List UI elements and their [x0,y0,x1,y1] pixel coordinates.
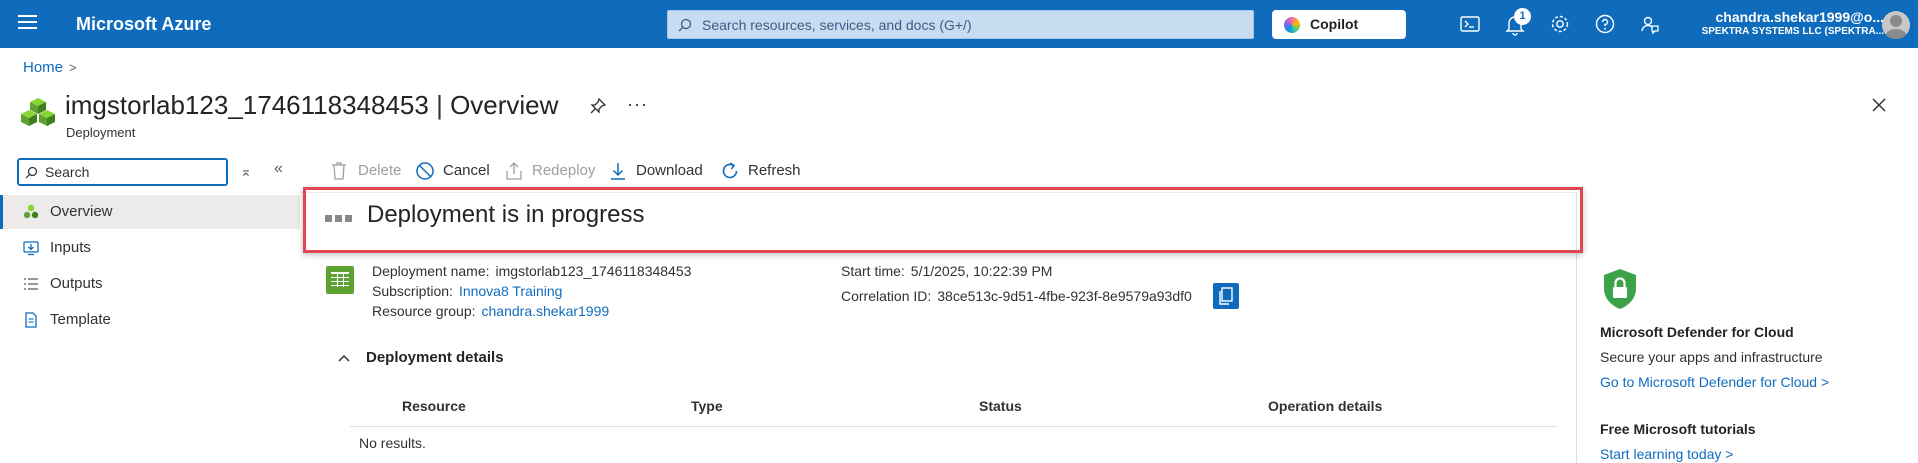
column-header-resource[interactable]: Resource [402,398,466,414]
notification-badge: 1 [1514,8,1531,25]
outputs-icon [24,278,38,290]
breadcrumb: Home > [23,59,77,76]
close-icon[interactable] [1870,96,1888,114]
top-bar: Microsoft Azure Search resources, servic… [0,0,1918,48]
resource-group-link[interactable]: chandra.shekar1999 [482,303,610,319]
resource-group-label: Resource group: [372,303,476,319]
account-menu[interactable]: chandra.shekar1999@o... SPEKTRA SYSTEMS … [1694,9,1884,37]
page-subtitle: Deployment [66,125,136,140]
subscription-link[interactable]: Innova8 Training [459,283,563,299]
search-placeholder: Search resources, services, and docs (G+… [702,17,972,33]
column-header-status[interactable]: Status [979,398,1022,414]
redeploy-label: Redeploy [532,162,596,179]
column-header-operation-details[interactable]: Operation details [1268,398,1382,414]
search-icon [678,18,692,32]
nav-item-label: Inputs [50,239,91,256]
copilot-label: Copilot [1310,16,1359,32]
deployment-icon [21,98,55,126]
correlation-label: Correlation ID: [841,288,932,304]
nav-item-template[interactable]: Template [0,303,300,337]
inputs-icon [23,241,39,256]
cloud-shell-icon[interactable] [1458,12,1482,36]
overview-icon [23,204,39,219]
refresh-icon [722,162,738,179]
copy-icon [1219,287,1233,305]
correlation-value: 38ce513c-9d51-4fbe-923f-8e9579a93df0 [937,288,1192,304]
pin-icon[interactable] [589,97,607,115]
search-icon [25,166,38,179]
copy-button[interactable] [1213,283,1239,309]
table-header-divider [350,426,1557,427]
copilot-button[interactable]: Copilot [1272,10,1406,39]
defender-description: Secure your apps and infrastructure [1600,349,1823,365]
status-highlight-box [303,187,1583,253]
more-options-icon[interactable]: ··· [627,94,648,115]
subscription-label: Subscription: [372,283,453,299]
column-header-type[interactable]: Type [691,398,723,414]
page-title: imgstorlab123_1746118348453 | Overview [65,90,558,121]
trash-icon [332,162,346,180]
download-icon [611,163,625,180]
menu-icon[interactable] [18,15,37,34]
deployment-name-value: imgstorlab123_1746118348453 [495,263,692,279]
account-email: chandra.shekar1999@o... [1715,9,1884,25]
nav-item-label: Template [50,311,111,328]
cancel-label: Cancel [443,162,490,179]
settings-icon[interactable] [1548,12,1572,36]
tutorials-title: Free Microsoft tutorials [1600,421,1756,437]
empty-results-text: No results. [359,435,426,451]
nav-item-label: Overview [50,203,113,220]
start-time-row: Start time: 5/1/2025, 10:22:39 PM [841,263,1052,279]
help-icon[interactable] [1593,12,1617,36]
defender-title: Microsoft Defender for Cloud [1600,324,1794,340]
tutorials-link[interactable]: Start learning today > [1600,446,1733,462]
deployment-details-title: Deployment details [366,349,504,366]
chevron-right-icon: > [69,60,77,75]
subscription-row: Subscription: Innova8 Training [372,283,562,299]
section-name: Overview [450,90,559,120]
nav-item-overview[interactable]: Overview [0,195,300,229]
feedback-icon[interactable] [1638,12,1662,36]
nav-search-input[interactable]: Search [17,158,228,186]
breadcrumb-home[interactable]: Home [23,59,63,76]
cancel-icon [416,162,434,180]
collapse-groups-icon[interactable]: ⌅ [240,163,252,180]
deployment-table-icon [326,266,354,294]
copilot-icon [1284,17,1300,33]
defender-shield-icon [1604,269,1636,309]
start-time-label: Start time: [841,263,905,279]
collapse-menu-icon[interactable]: « [274,160,283,178]
avatar[interactable] [1882,11,1910,39]
chevron-up-icon [338,354,350,362]
start-time-value: 5/1/2025, 10:22:39 PM [910,263,1053,279]
account-org: SPEKTRA SYSTEMS LLC (SPEKTRA... [1701,26,1884,37]
resource-name: imgstorlab123_1746118348453 [65,90,429,120]
template-icon [25,312,37,328]
deployment-name-row: Deployment name: imgstorlab123_1746118348… [372,263,691,279]
title-separator: | [436,90,443,120]
upload-icon [506,162,522,180]
resource-group-row: Resource group: chandra.shekar1999 [372,303,609,319]
defender-link[interactable]: Go to Microsoft Defender for Cloud > [1600,374,1829,390]
global-search-input[interactable]: Search resources, services, and docs (G+… [667,10,1254,39]
nav-search-placeholder: Search [45,164,90,180]
nav-item-inputs[interactable]: Inputs [0,231,300,265]
download-label: Download [636,162,703,179]
deployment-name-label: Deployment name: [372,263,490,279]
nav-item-label: Outputs [50,275,103,292]
correlation-row: Correlation ID: 38ce513c-9d51-4fbe-923f-8… [841,288,1192,304]
delete-label: Delete [358,162,402,179]
nav-item-outputs[interactable]: Outputs [0,267,300,301]
refresh-label: Refresh [748,162,801,179]
portal-brand[interactable]: Microsoft Azure [76,14,211,35]
